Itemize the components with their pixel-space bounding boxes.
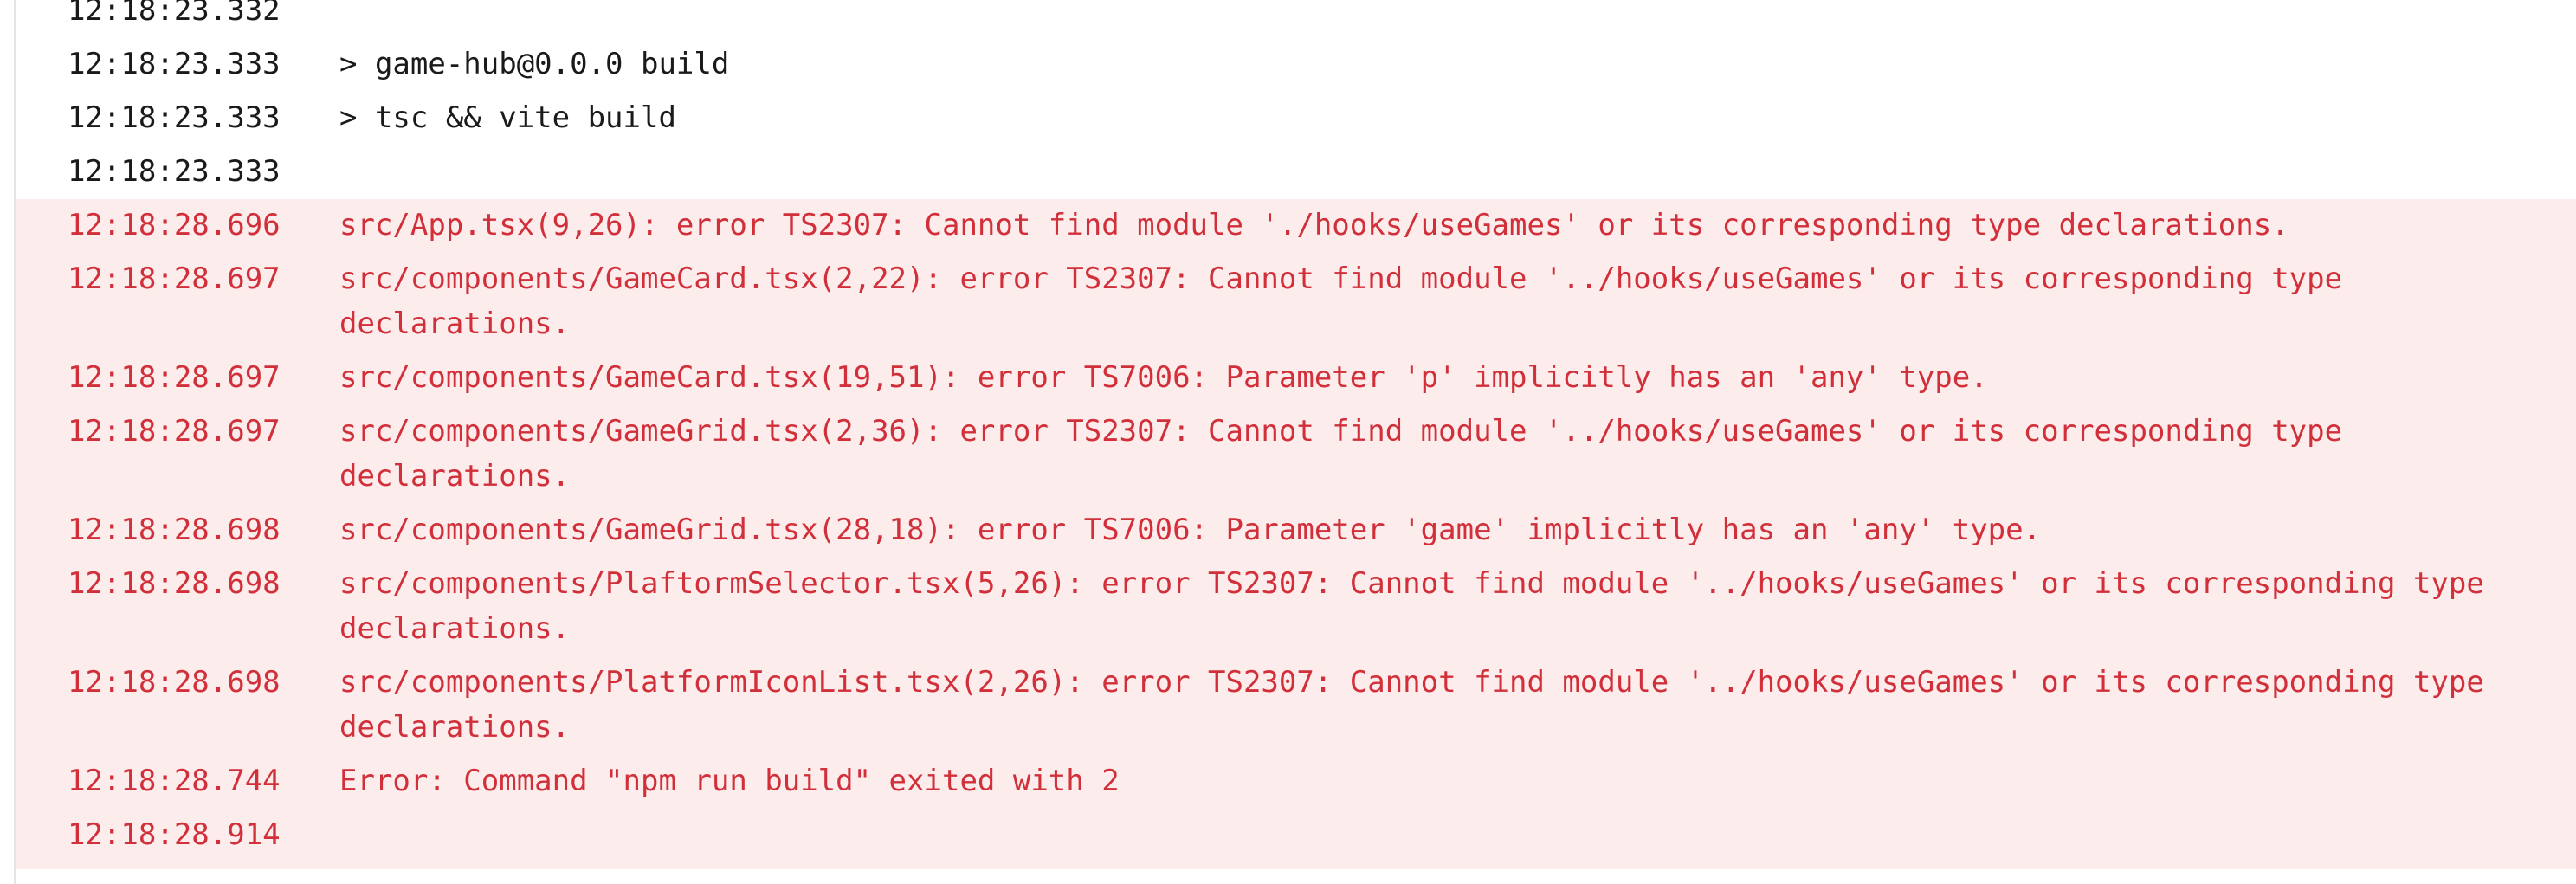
log-message: Error: Command "npm run build" exited wi… bbox=[339, 764, 1120, 798]
log-timestamp: 12:18:28.697 bbox=[68, 414, 281, 448]
log-timestamp: 12:18:23.333 bbox=[68, 154, 281, 189]
log-message: > game-hub@0.0.0 build bbox=[339, 47, 730, 81]
build-log-panel: 12:18:23.332 12:18:23.333 > game-hub@0.0… bbox=[14, 0, 2576, 884]
log-line: 12:18:23.333 > tsc && vite build bbox=[16, 92, 2576, 145]
log-timestamp: 12:18:28.698 bbox=[68, 665, 281, 700]
log-line-error: 12:18:28.697 src/components/GameCard.tsx… bbox=[16, 253, 2576, 352]
log-line-error: 12:18:28.914 bbox=[16, 809, 2576, 862]
log-message: src/components/GameCard.tsx(19,51): erro… bbox=[339, 360, 1988, 395]
log-line-error: 12:18:28.697 src/components/GameCard.tsx… bbox=[16, 352, 2576, 405]
log-line: 12:18:23.333 bbox=[16, 145, 2576, 199]
log-message: src/components/GameCard.tsx(2,22): error… bbox=[339, 261, 2343, 341]
log-timestamp: 12:18:28.697 bbox=[68, 261, 281, 296]
log-line-error: 12:18:28.698 src/components/GameGrid.tsx… bbox=[16, 504, 2576, 558]
log-timestamp: 12:18:28.696 bbox=[68, 208, 281, 242]
log-line-error: 12:18:28.696 src/App.tsx(9,26): error TS… bbox=[16, 199, 2576, 253]
log-message: src/components/PlatformIconList.tsx(2,26… bbox=[339, 665, 2484, 745]
log-timestamp: 12:18:28.698 bbox=[68, 566, 281, 601]
log-timestamp: 12:18:23.332 bbox=[68, 0, 281, 28]
log-line: 12:18:23.333 > game-hub@0.0.0 build bbox=[16, 38, 2576, 92]
log-timestamp: 12:18:28.698 bbox=[68, 513, 281, 547]
log-message: src/App.tsx(9,26): error TS2307: Cannot … bbox=[339, 208, 2289, 242]
log-line-error: 12:18:28.744 Error: Command "npm run bui… bbox=[16, 755, 2576, 809]
log-line-error: 12:18:28.697 src/components/GameGrid.tsx… bbox=[16, 405, 2576, 504]
log-timestamp: 12:18:28.697 bbox=[68, 360, 281, 395]
log-timestamp: 12:18:28.744 bbox=[68, 764, 281, 798]
log-error-block-end bbox=[16, 862, 2576, 869]
log-message: src/components/GameGrid.tsx(28,18): erro… bbox=[339, 513, 2042, 547]
log-timestamp: 12:18:23.333 bbox=[68, 47, 281, 81]
log-line-error: 12:18:28.698 src/components/PlatformIcon… bbox=[16, 656, 2576, 755]
log-line: 12:18:23.332 bbox=[16, 0, 2576, 38]
log-line-error: 12:18:28.698 src/components/PlaftormSele… bbox=[16, 558, 2576, 656]
log-timestamp: 12:18:23.333 bbox=[68, 100, 281, 135]
log-message: src/components/GameGrid.tsx(2,36): error… bbox=[339, 414, 2343, 494]
log-message: > tsc && vite build bbox=[339, 100, 676, 135]
log-timestamp: 12:18:28.914 bbox=[68, 817, 281, 852]
log-message: src/components/PlaftormSelector.tsx(5,26… bbox=[339, 566, 2484, 646]
